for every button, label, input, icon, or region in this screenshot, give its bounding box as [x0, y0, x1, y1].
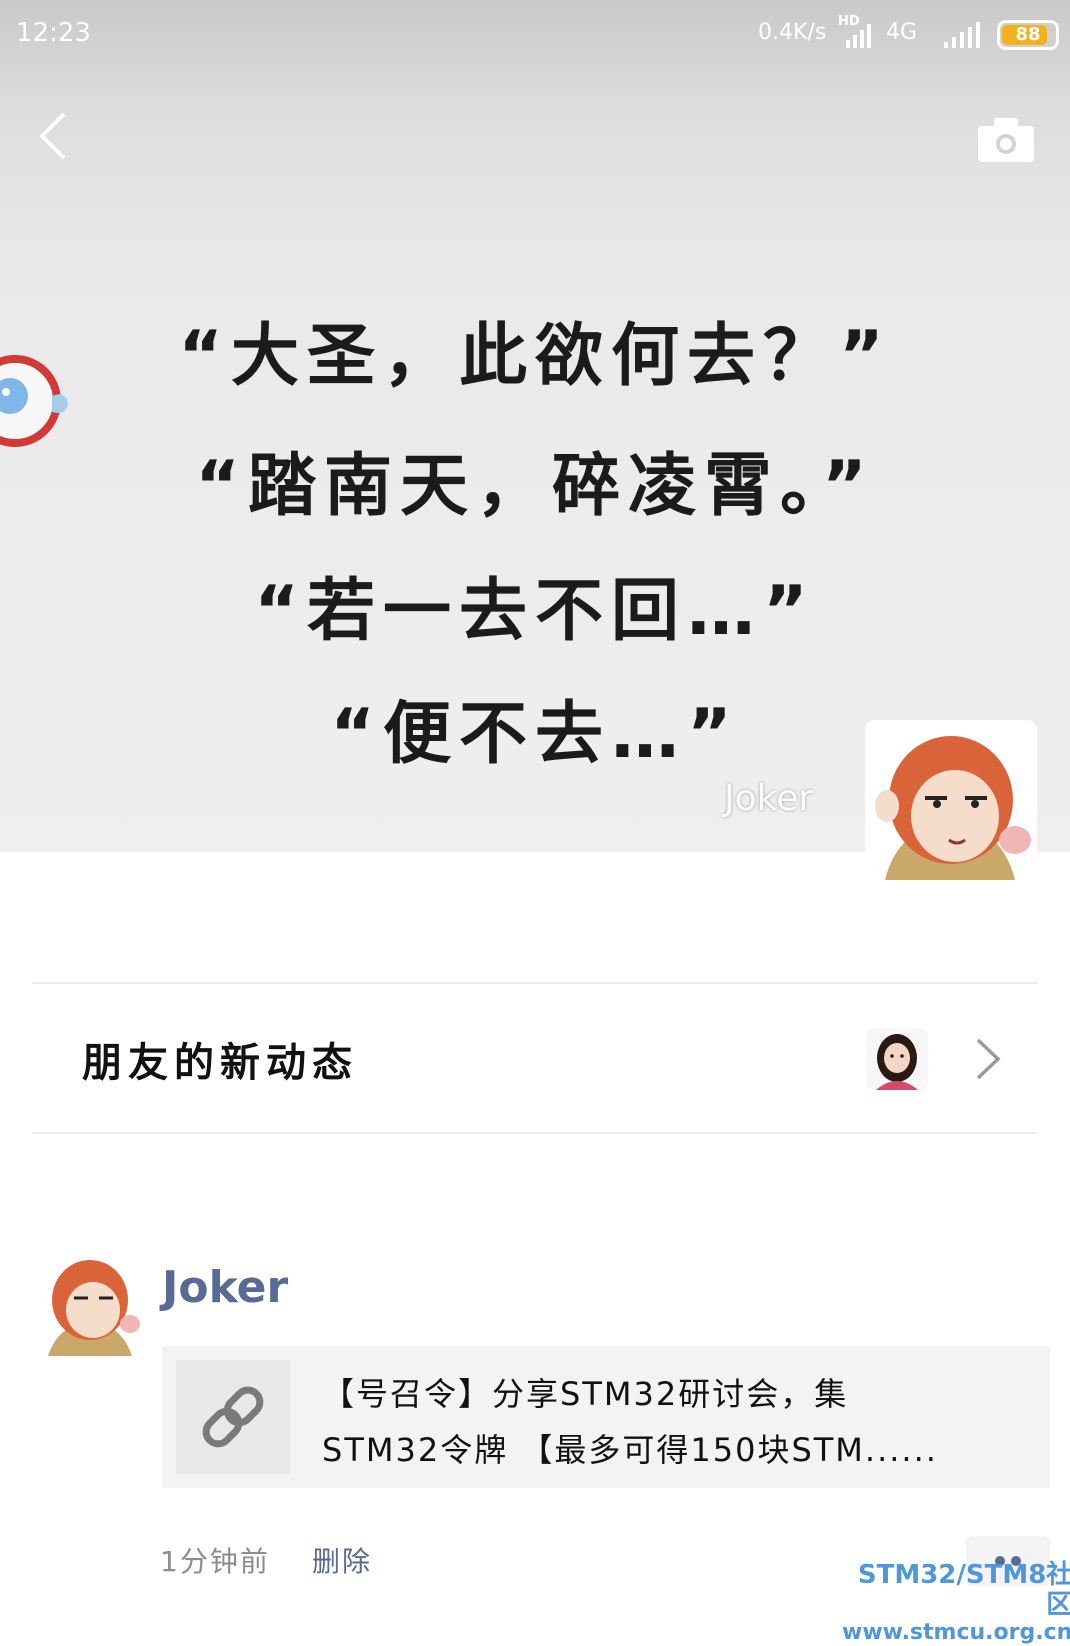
- post-timestamp: 1分钟前: [160, 1545, 270, 1578]
- site-watermark-title: STM32/STM8社区: [857, 1560, 1070, 1620]
- cover-quote-line: “若一去不回…”: [254, 572, 816, 651]
- friends-activity-row[interactable]: 朋友的新动态: [32, 984, 1038, 1132]
- cover-watermark: Joker: [724, 778, 814, 819]
- site-watermark: STM32/STM8社区 www.stmcu.org.cn: [842, 1560, 1070, 1646]
- friends-activity-title: 朋友的新动态: [82, 1040, 358, 1086]
- link-thumbnail: [176, 1360, 290, 1474]
- link-title: 【号召令】分享STM32研讨会，集 STM32令牌 【最多可得150块STM..…: [322, 1366, 1022, 1478]
- link-title-line: 【号召令】分享STM32研讨会，集: [322, 1375, 849, 1413]
- network-type: 4G: [886, 20, 918, 45]
- chevron-left-icon[interactable]: [34, 110, 74, 162]
- post-author-name[interactable]: Joker: [162, 1262, 288, 1313]
- monkey-avatar-image: [865, 720, 1037, 892]
- cover-quote-line: “踏南天，碎凌霄。”: [195, 447, 875, 526]
- battery-level: 88: [1015, 24, 1041, 45]
- profile-avatar[interactable]: [865, 720, 1037, 892]
- signal-icon: [846, 24, 871, 48]
- network-speed: 0.4K/s: [758, 20, 827, 45]
- chevron-right-icon: [976, 1038, 1001, 1080]
- status-time: 12:23: [16, 18, 91, 48]
- shared-link-card[interactable]: 【号召令】分享STM32研讨会，集 STM32令牌 【最多可得150块STM..…: [162, 1346, 1050, 1488]
- link-icon: [202, 1386, 264, 1448]
- link-title-line: STM32令牌 【最多可得150块STM......: [322, 1431, 938, 1469]
- signal-icon: [944, 22, 980, 48]
- post-author-avatar[interactable]: [38, 1252, 142, 1356]
- divider: [32, 1132, 1038, 1134]
- battery-icon: 88: [997, 20, 1059, 50]
- cover-quote-line: “大圣，此欲何去？”: [178, 317, 892, 396]
- friend-avatar: [866, 1028, 928, 1090]
- delete-button[interactable]: 删除: [312, 1540, 372, 1580]
- status-bar: 12:23 0.4K/s HD 4G 88: [0, 0, 1070, 70]
- site-watermark-url: www.stmcu.org.cn: [842, 1620, 1070, 1645]
- camera-icon[interactable]: [978, 116, 1034, 162]
